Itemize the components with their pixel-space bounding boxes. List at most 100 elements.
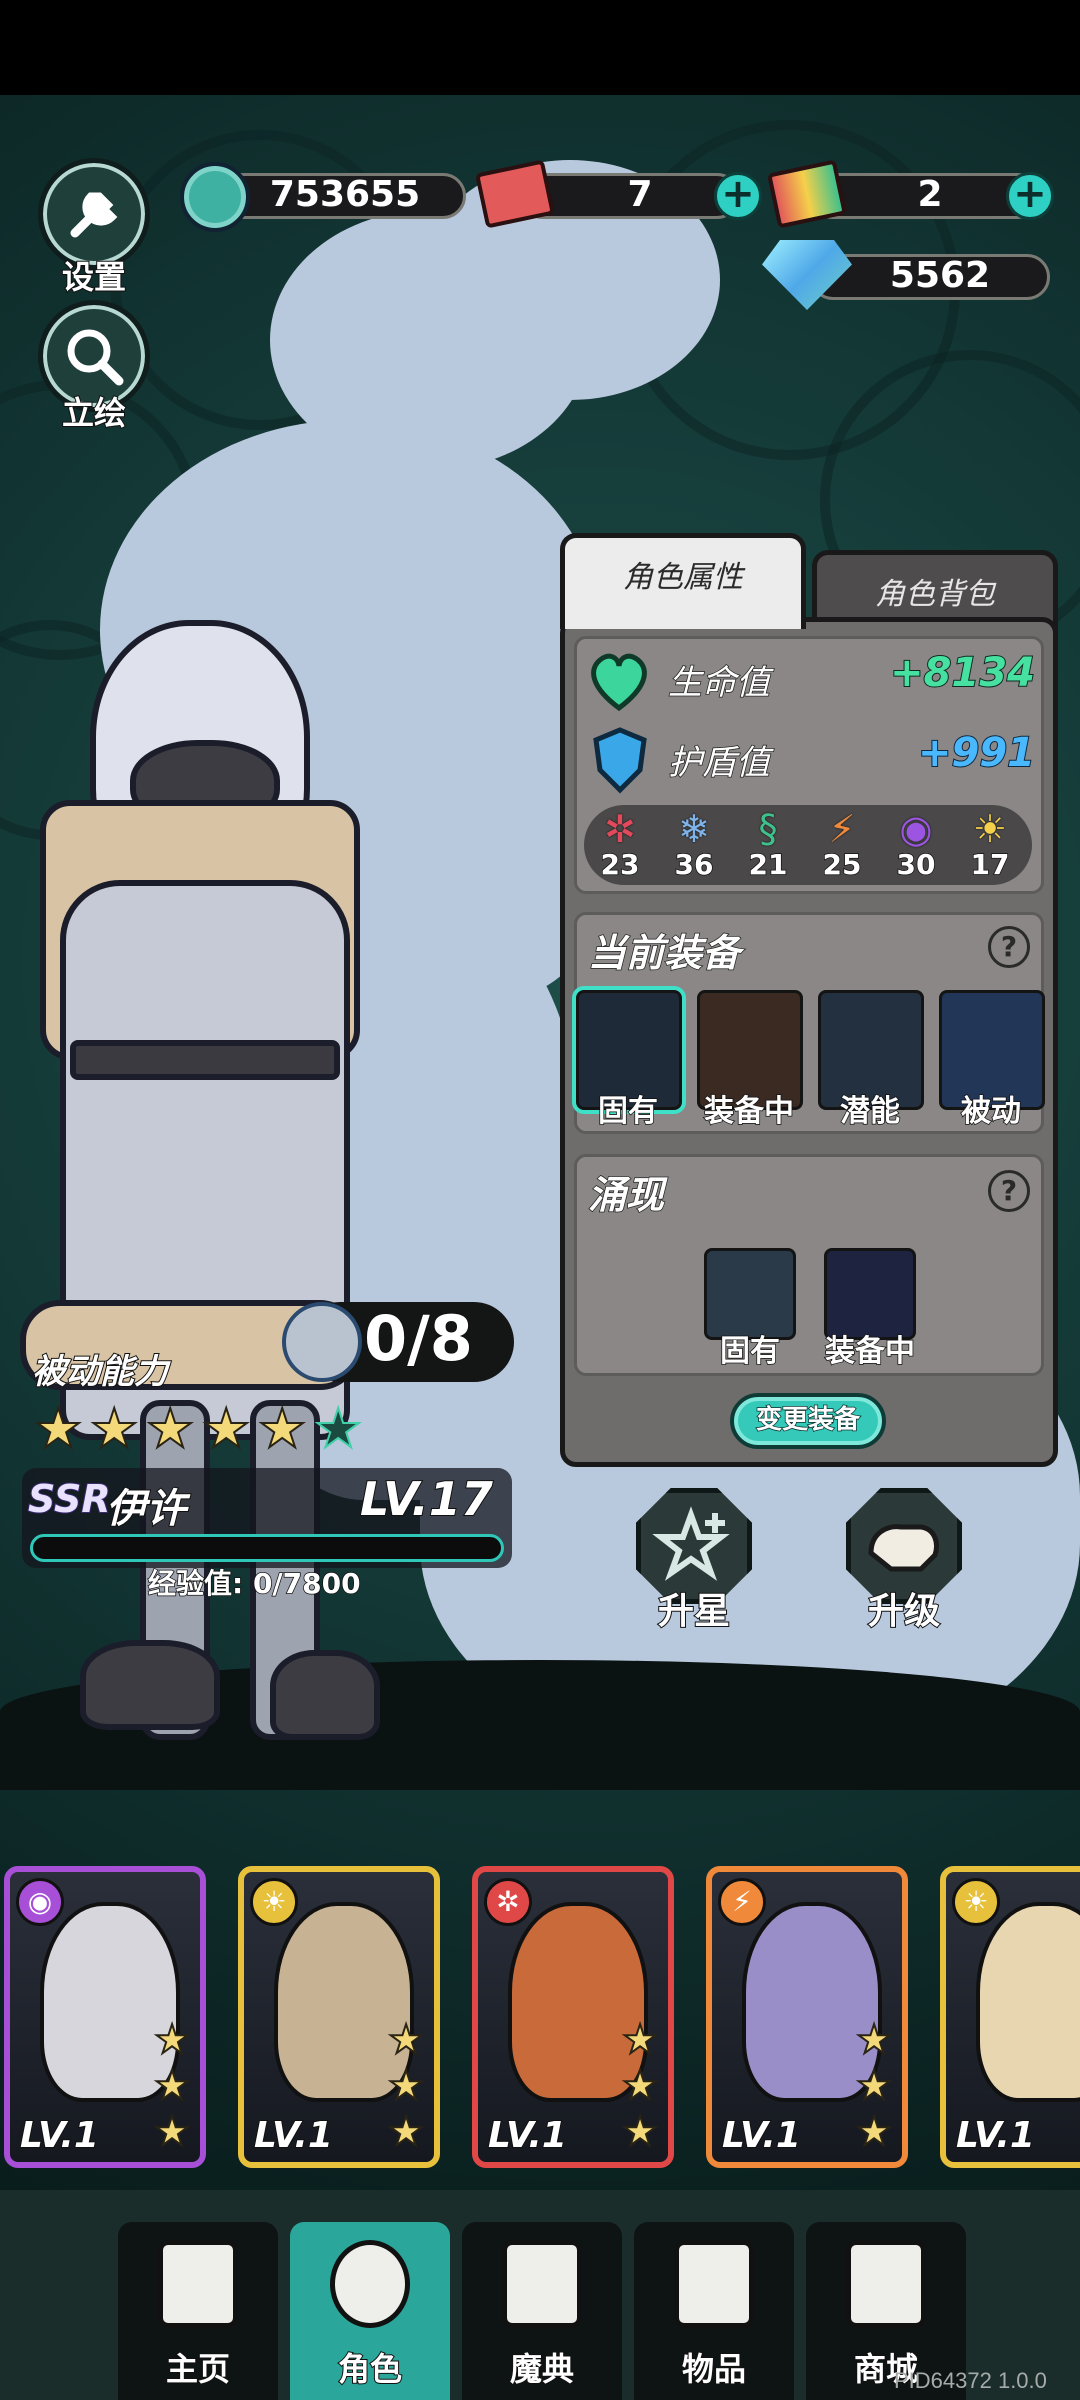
lightning-element-icon: ⚡ (718, 1878, 766, 1926)
star-filled-icon: ★ (621, 2063, 659, 2109)
passive-label: 被动能力 (31, 1351, 169, 1393)
emerge-title: 涌现 (587, 1172, 665, 1218)
hp-label: 生命值 (667, 662, 771, 704)
star-filled-icon: ★ (153, 2109, 191, 2155)
gold-coin-icon (180, 162, 250, 232)
star-filled-icon: ★ (33, 1397, 83, 1460)
magnifier-icon (67, 329, 124, 386)
exp-label: 经验值: 0/7800 (147, 1566, 361, 1601)
equip-slot-label: 潜能 (839, 1093, 901, 1130)
star-filled-icon: ★ (855, 2063, 893, 2109)
star-filled-icon: ★ (387, 2017, 425, 2063)
status-bar-area (0, 0, 1080, 95)
void-element-icon: ◉ (16, 1878, 64, 1926)
nav-home[interactable]: 主页 (118, 2222, 278, 2400)
star-filled-icon: ★ (855, 2109, 893, 2155)
passive-avatar (282, 1302, 362, 1382)
light-element-icon: ☀ (952, 1878, 1000, 1926)
star-filled-icon: ★ (145, 1397, 195, 1460)
nav-label: 主页 (165, 2349, 231, 2389)
equip-slot-label: 被动 (960, 1093, 1022, 1130)
red-ticket-amount: 7 (627, 174, 653, 215)
add-red-ticket-button[interactable]: + (714, 172, 762, 220)
shop-bag-icon (846, 2240, 926, 2328)
character-level: LV.17 (359, 1471, 494, 1527)
settings-label: 设置 (61, 257, 127, 297)
rainbow-ticket-amount: 2 (917, 174, 943, 215)
hero-card-level: LV.1 (19, 2114, 100, 2157)
current-equipment-title: 当前装备 (587, 930, 741, 976)
emerge-slot-label: 固有 (719, 1333, 781, 1370)
element-stat-value: 23 (600, 847, 640, 882)
void-element-icon: ◉ (899, 807, 933, 851)
element-stat-value: 21 (748, 847, 788, 882)
level-up-label: 升级 (867, 1590, 941, 1633)
nav-character[interactable]: 角色 (290, 2222, 450, 2400)
hero-card[interactable]: ◉ ★ ★ ★ LV.1 (4, 1866, 206, 2168)
star-filled-icon: ★ (621, 2017, 659, 2063)
emerge-help-icon[interactable]: ? (988, 1170, 1030, 1212)
shield-icon (593, 727, 647, 794)
add-rainbow-ticket-button[interactable]: + (1006, 172, 1054, 220)
star-empty-icon: ★ (313, 1397, 363, 1460)
nav-items[interactable]: 物品 (634, 2222, 794, 2400)
hero-card[interactable]: ☀★★★LV.1 (940, 1866, 1080, 2168)
hero-card-level: LV.1 (955, 2114, 1036, 2157)
nav-label: 角色 (337, 2349, 403, 2389)
heart-icon (591, 653, 647, 712)
equip-slot-label: 固有 (597, 1093, 659, 1130)
passive-progress: 0/8 (363, 1301, 474, 1376)
nav-label: 物品 (681, 2349, 747, 2389)
star-filled-icon: ★ (257, 1397, 307, 1460)
wind-element-icon: § (758, 807, 778, 851)
star-filled-icon: ★ (153, 2017, 191, 2063)
change-equipment-label: 变更装备 (755, 1404, 861, 1436)
wrench-icon (70, 192, 118, 238)
star-up-label: 升星 (657, 1590, 731, 1633)
light-element-icon: ☀ (250, 1878, 298, 1926)
character-name: 伊许 (105, 1485, 187, 1533)
equip-slot-label: 装备中 (703, 1093, 795, 1130)
portrait-label: 立绘 (61, 393, 127, 433)
hero-portrait (976, 1902, 1080, 2102)
equipment-help-icon[interactable]: ? (988, 926, 1030, 968)
emerge-slot-label: 装备中 (824, 1333, 916, 1370)
element-stat-value: 36 (674, 847, 714, 882)
character-icon (330, 2240, 410, 2328)
diamond-amount: 5562 (889, 255, 991, 296)
hero-card[interactable]: ☀★★★LV.1 (238, 1866, 440, 2168)
star-filled-icon: ★ (387, 2063, 425, 2109)
rarity-badge: SSR (27, 1476, 112, 1522)
exp-bar (30, 1534, 504, 1562)
hp-value: +8134 (889, 649, 1036, 697)
element-stat-value: 17 (970, 847, 1010, 882)
star-filled-icon: ★ (89, 1397, 139, 1460)
ice-element-icon: ❄ (678, 807, 710, 851)
shield-label: 护盾值 (667, 742, 771, 784)
tab-character-attributes[interactable]: 角色属性 (560, 533, 806, 629)
character-art (0, 600, 500, 1800)
hero-card-level: LV.1 (721, 2114, 802, 2157)
book-icon (502, 2240, 582, 2328)
hero-card-level: LV.1 (487, 2114, 568, 2157)
gold-amount: 753655 (269, 174, 421, 215)
version-label: PID64372 1.0.0 (894, 2368, 1047, 2393)
light-element-icon: ☀ (972, 807, 1008, 851)
element-stat-value: 30 (896, 847, 936, 882)
hero-card-level: LV.1 (253, 2114, 334, 2157)
star-filled-icon: ★ (855, 2017, 893, 2063)
nav-grimoire[interactable]: 魔典 (462, 2222, 622, 2400)
change-equipment-button[interactable]: 变更装备 (730, 1393, 886, 1449)
fire-element-icon: ✲ (484, 1878, 532, 1926)
hero-card[interactable]: ✲ ★ ★ ★ LV.1 (472, 1866, 674, 2168)
star-filled-icon: ★ (621, 2109, 659, 2155)
fire-element-icon: ✲ (604, 807, 636, 851)
shield-value: +991 (917, 729, 1036, 777)
element-stat-value: 25 (822, 847, 862, 882)
backpack-icon (674, 2240, 754, 2328)
star-filled-icon: ★ (201, 1397, 251, 1460)
house-icon (158, 2240, 238, 2328)
hero-card[interactable]: ⚡ ★ ★ ★ LV.1 (706, 1866, 908, 2168)
game-screen: 设置 立绘 753655 7 + 2 + 5562 角色背包 角色属性 生命值 … (0, 0, 1080, 2400)
star-filled-icon: ★ (153, 2063, 191, 2109)
